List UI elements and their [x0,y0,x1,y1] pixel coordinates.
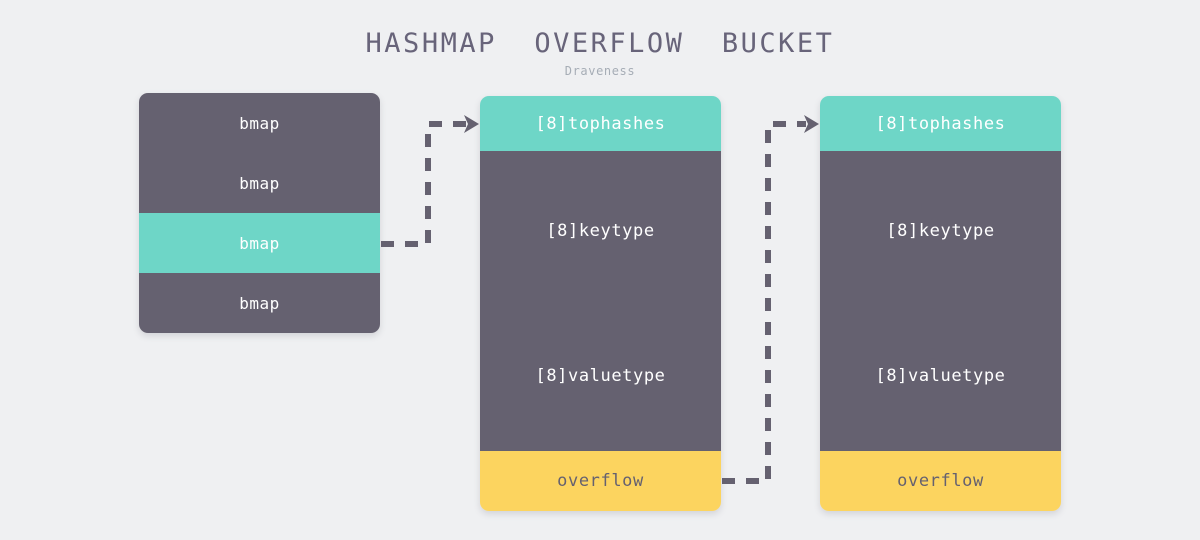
overflow-bucket-keytype-label: [8]keytype [886,221,995,241]
overflow-bucket-overflow-label: overflow [897,471,984,491]
primary-bucket-keytype-row[interactable]: [8]keytype [480,151,721,311]
overflow-bucket-valuetype-label: [8]valuetype [875,366,1006,386]
overflow-bucket-overflow-row[interactable]: overflow [820,451,1061,511]
page-title: HASHMAP OVERFLOW BUCKET [365,28,835,59]
bmap-row-1[interactable]: bmap [139,153,380,213]
bmap-row-2-highlighted[interactable]: bmap [139,213,380,273]
bmap-row-3-label: bmap [239,293,280,313]
primary-bucket-overflow-label: overflow [557,471,644,491]
diagram-canvas: HASHMAP OVERFLOW BUCKET Draveness bmap b… [0,0,1200,540]
bmap-array-card: bmap bmap bmap bmap [139,93,380,333]
primary-bucket-keytype-label: [8]keytype [546,221,655,241]
primary-bucket-tophashes-row[interactable]: [8]tophashes [480,96,721,151]
connector-overflow-to-overflow-bucket [722,121,806,484]
primary-bucket-valuetype-label: [8]valuetype [535,366,666,386]
connector-bmap-to-primary-bucket [381,121,466,247]
arrowhead-primary-bucket [464,115,479,133]
bmap-row-1-label: bmap [239,173,280,193]
page-subtitle: Draveness [564,64,636,78]
overflow-bucket-card: [8]tophashes [8]keytype [8]valuetype pad… [820,96,1061,511]
bmap-row-3[interactable]: bmap [139,273,380,333]
primary-bucket-tophashes-label: [8]tophashes [535,113,666,134]
bmap-row-2-label: bmap [239,233,280,253]
overflow-bucket-valuetype-row[interactable]: [8]valuetype [820,311,1061,441]
arrowhead-overflow-bucket [804,115,819,133]
bmap-row-0[interactable]: bmap [139,93,380,153]
overflow-bucket-keytype-row[interactable]: [8]keytype [820,151,1061,311]
primary-bucket-overflow-row[interactable]: overflow [480,451,721,511]
overflow-bucket-tophashes-row[interactable]: [8]tophashes [820,96,1061,151]
overflow-bucket-tophashes-label: [8]tophashes [875,113,1006,134]
primary-bucket-valuetype-row[interactable]: [8]valuetype [480,311,721,441]
bmap-row-0-label: bmap [239,113,280,133]
primary-bucket-card: [8]tophashes [8]keytype [8]valuetype pad… [480,96,721,511]
